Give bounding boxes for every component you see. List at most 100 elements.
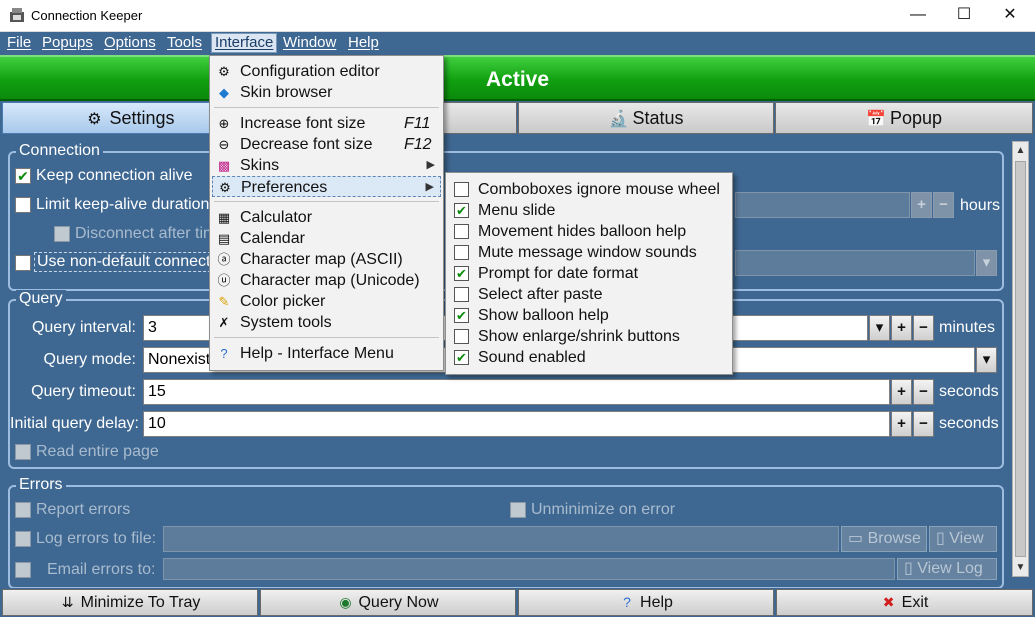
double-chevron-down-icon: ⇊ <box>61 594 74 610</box>
menu-item-decrease-font[interactable]: ⊖ Decrease font size F12 <box>212 134 441 155</box>
skin-icon: ◆ <box>219 85 229 100</box>
connection-select[interactable] <box>735 250 975 276</box>
limit-duration-checkbox[interactable] <box>15 197 31 213</box>
exit-label: Exit <box>901 594 929 611</box>
initial-delay-increase-button[interactable]: + <box>891 411 912 437</box>
tab-popup-label: Popup <box>889 108 943 128</box>
query-now-button[interactable]: ◉ Query Now <box>260 589 516 616</box>
tab-settings-label: Settings <box>109 108 175 128</box>
log-file-field[interactable] <box>163 526 839 552</box>
menu-interface[interactable]: Interface <box>211 33 278 53</box>
minimize-button[interactable]: — <box>895 0 941 32</box>
maximize-button[interactable]: ☐ <box>941 0 987 32</box>
menu-item-calculator[interactable]: ▦ Calculator <box>212 207 441 228</box>
menu-file[interactable]: File <box>4 34 34 52</box>
menu-item-increase-font[interactable]: ⊕ Increase font size F11 <box>212 113 441 134</box>
menu-tools[interactable]: Tools <box>164 34 205 52</box>
initial-delay-field[interactable]: 10 <box>143 411 890 437</box>
query-interval-increase-button[interactable]: + <box>891 315 912 341</box>
help-button[interactable]: ? Help <box>518 589 774 616</box>
vertical-scrollbar[interactable]: ▲ ▼ <box>1012 141 1029 577</box>
menu-item-system-tools[interactable]: ✗ System tools <box>212 312 441 333</box>
help-icon: ? <box>220 346 228 361</box>
unminimize-checkbox[interactable] <box>510 502 526 518</box>
view-icon: ▯ <box>936 530 950 547</box>
app-icon <box>10 8 24 22</box>
query-interval-dropdown[interactable]: ▾ <box>869 315 890 341</box>
view-label: View <box>949 530 984 547</box>
menu-item-calendar[interactable]: ▤ Calendar <box>212 228 441 249</box>
menu-item-skin-browser[interactable]: ◆ Skin browser <box>212 82 441 103</box>
pref-show-balloon-help[interactable]: ✔ Show balloon help <box>448 305 730 326</box>
browse-button[interactable]: ▭ Browse <box>841 526 927 552</box>
scroll-up-arrow[interactable]: ▲ <box>1013 142 1028 159</box>
query-timeout-field[interactable]: 15 <box>143 379 890 405</box>
tab-popup[interactable]: 📅 Popup <box>775 102 1033 134</box>
pref-select-after-paste[interactable]: Select after paste <box>448 284 730 305</box>
pref-mute-message-sounds[interactable]: Mute message window sounds <box>448 242 730 263</box>
hours-unit-label: hours <box>960 197 1001 214</box>
pref-checkbox[interactable]: ✔ <box>454 266 469 281</box>
pref-checkbox[interactable] <box>454 329 469 344</box>
menu-item-preferences[interactable]: ⚙ Preferences ▶ <box>212 176 441 197</box>
pref-checkbox[interactable] <box>454 287 469 302</box>
query-timeout-increase-button[interactable]: + <box>891 379 912 405</box>
view-button[interactable]: ▯ View <box>929 526 997 552</box>
pref-checkbox[interactable]: ✔ <box>454 308 469 323</box>
query-interval-unit: minutes <box>939 319 996 336</box>
keep-alive-label: Keep connection alive <box>36 167 193 184</box>
minimize-to-tray-button[interactable]: ⇊ Minimize To Tray <box>2 589 258 616</box>
menu-help[interactable]: Help <box>345 34 382 52</box>
scroll-down-arrow[interactable]: ▼ <box>1013 559 1028 576</box>
email-errors-checkbox[interactable] <box>15 562 31 578</box>
query-mode-dropdown[interactable]: ▾ <box>976 347 997 373</box>
pref-sound-enabled[interactable]: ✔ Sound enabled <box>448 347 730 368</box>
pref-show-enlarge-shrink[interactable]: Show enlarge/shrink buttons <box>448 326 730 347</box>
tab-bar: ⚙ Settings 🔬 Status 📅 Popup <box>0 101 1035 135</box>
menu-item-color-picker[interactable]: ✎ Color picker <box>212 291 441 312</box>
pref-movement-hides-balloon[interactable]: Movement hides balloon help <box>448 221 730 242</box>
pref-prompt-date-format[interactable]: ✔ Prompt for date format <box>448 263 730 284</box>
email-field[interactable] <box>163 558 895 580</box>
log-errors-checkbox[interactable] <box>15 531 31 547</box>
zoom-in-icon: ⊕ <box>218 116 230 131</box>
duration-field[interactable] <box>735 192 910 218</box>
tools-icon: ✗ <box>218 315 230 330</box>
view-log-button[interactable]: ▯ View Log <box>897 558 997 580</box>
menu-item-charmap-ascii[interactable]: ⓐ Character map (ASCII) <box>212 249 441 270</box>
menu-popups[interactable]: Popups <box>39 34 96 52</box>
non-default-checkbox[interactable] <box>15 255 31 271</box>
preferences-icon: ⚙ <box>219 180 231 195</box>
disconnect-after-checkbox[interactable] <box>54 226 70 242</box>
duration-increase-button[interactable]: + <box>911 192 932 218</box>
query-timeout-decrease-button[interactable]: − <box>913 379 934 405</box>
pref-comboboxes-ignore-wheel[interactable]: Comboboxes ignore mouse wheel <box>448 179 730 200</box>
pref-checkbox[interactable] <box>454 245 469 260</box>
initial-delay-decrease-button[interactable]: − <box>913 411 934 437</box>
calendar-icon: ▤ <box>217 231 231 246</box>
menu-item-skins[interactable]: ▩ Skins ▶ <box>212 155 441 176</box>
settings-icon: ⚙ <box>218 64 230 79</box>
pref-checkbox[interactable]: ✔ <box>454 203 469 218</box>
pref-checkbox[interactable] <box>454 182 469 197</box>
help-icon: ? <box>623 594 631 610</box>
keep-alive-checkbox[interactable]: ✔ <box>15 168 31 184</box>
read-entire-checkbox[interactable] <box>15 444 31 460</box>
close-button[interactable]: ✕ <box>987 0 1033 32</box>
menu-item-charmap-unicode[interactable]: ⓤ Character map (Unicode) <box>212 270 441 291</box>
exit-button[interactable]: ✖ Exit <box>776 589 1033 616</box>
menu-item-configuration-editor[interactable]: ⚙ Configuration editor <box>212 61 441 82</box>
pref-checkbox[interactable]: ✔ <box>454 350 469 365</box>
pref-menu-slide[interactable]: ✔ Menu slide <box>448 200 730 221</box>
duration-decrease-button[interactable]: − <box>933 192 954 218</box>
tab-status[interactable]: 🔬 Status <box>518 102 774 134</box>
connection-select-dropdown[interactable]: ▾ <box>976 250 997 276</box>
pref-checkbox[interactable] <box>454 224 469 239</box>
menu-item-help-interface[interactable]: ? Help - Interface Menu <box>212 343 441 364</box>
query-interval-decrease-button[interactable]: − <box>913 315 934 341</box>
scroll-thumb[interactable] <box>1015 161 1026 557</box>
query-group-label: Query <box>16 290 66 308</box>
menu-options[interactable]: Options <box>101 34 159 52</box>
report-errors-checkbox[interactable] <box>15 502 31 518</box>
menu-window[interactable]: Window <box>280 34 339 52</box>
